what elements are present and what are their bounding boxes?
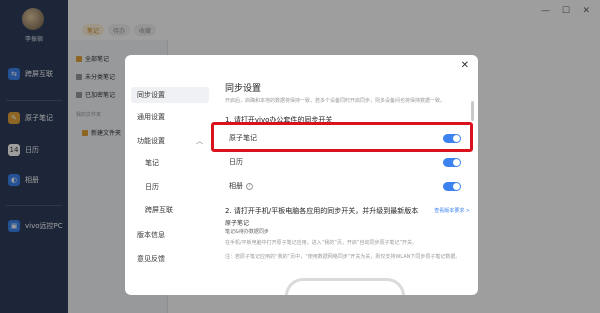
help-icon[interactable]: ? (246, 182, 253, 190)
dialog-title: 同步设置 (225, 84, 262, 94)
sync-settings-dialog: 同步设置 通用设置 功能设置 ︿ 笔记 日历 跨屏互联 版本信息 意见反馈 同步… (125, 55, 478, 295)
dialog-nav-sync[interactable]: 同步设置 (131, 87, 209, 103)
instruction-text-2: 注：若原子笔记应用的“我的”页中，“使用数据网络同步”开关为关，则仅支持WLAN… (225, 254, 461, 260)
dialog-content: 同步设置 开启后，启确和本地的数据将保持一致，若多个设备同时开启同步，则多设备间… (225, 55, 470, 295)
dialog-nav-features[interactable]: 功能设置 ︿ (131, 133, 209, 149)
dialog-nav-calendar[interactable]: 日历 (131, 179, 209, 195)
phone-illustration (285, 278, 405, 295)
dialog-nav-general[interactable]: 通用设置 (131, 109, 209, 125)
dialog-description: 开启后，启确和本地的数据将保持一致，若多个设备同时开启同步，则多设备间也将保持数… (225, 98, 446, 104)
app-subtitle: 笔记&待办数据同步 (225, 229, 269, 235)
dialog-nav: 同步设置 通用设置 功能设置 ︿ 笔记 日历 跨屏互联 版本信息 意见反馈 (125, 55, 213, 295)
instruction-text-1: 在手机/平板电脑中打开原子笔记应用，进入“我的”页，开启“自动同步原子笔记”开关… (225, 240, 418, 246)
dialog-nav-cross-screen[interactable]: 跨屏互联 (131, 202, 209, 218)
scrollbar[interactable] (471, 101, 474, 121)
dialog-nav-notes[interactable]: 笔记 (131, 155, 209, 171)
close-icon[interactable]: ✕ (461, 60, 469, 71)
toggle-row-calendar: 日历 (225, 153, 465, 171)
toggle-label: 日历 (229, 158, 243, 166)
chevron-up-icon: ︿ (196, 137, 203, 145)
dialog-nav-feedback[interactable]: 意见反馈 (131, 251, 209, 267)
nav-label: 功能设置 (137, 137, 165, 145)
version-requirements-link[interactable]: 查看版本要求 > (434, 207, 470, 214)
dialog-nav-version[interactable]: 版本信息 (131, 227, 209, 243)
app-name: 原子笔记 (225, 220, 250, 227)
photos-sync-toggle[interactable] (443, 181, 461, 191)
section-title-2: 2. 请打开手机/平板电脑各应用的同步开关，并升级到最新版本 (225, 207, 419, 215)
highlight-box (211, 122, 473, 152)
calendar-sync-toggle[interactable] (443, 157, 461, 167)
toggle-label: 相册 (229, 182, 243, 190)
toggle-row-photos: 相册 ? (225, 177, 465, 195)
